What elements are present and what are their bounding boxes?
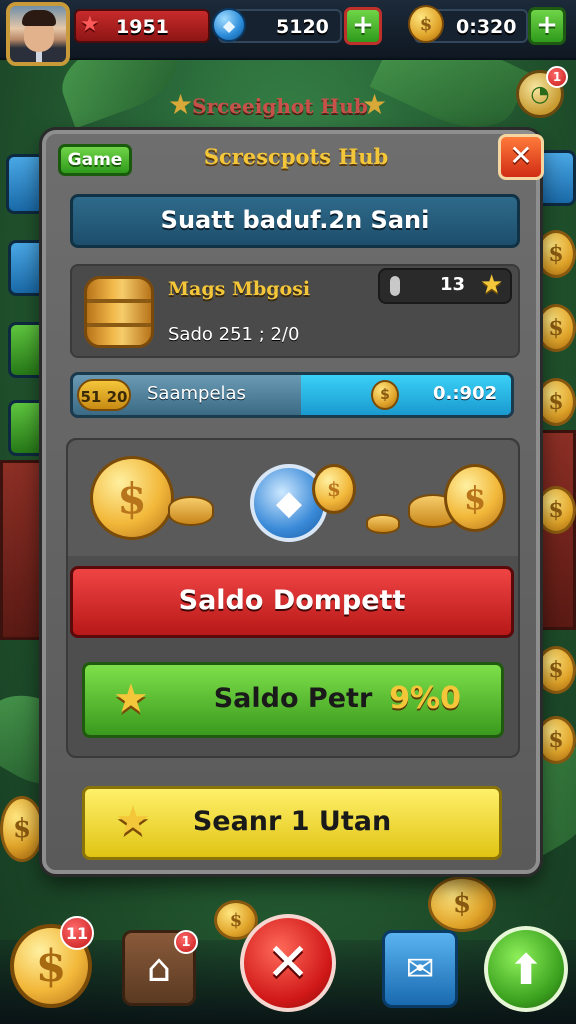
coin-icon: $ [35, 940, 67, 992]
coin-stack-icon [366, 514, 400, 534]
coin-icon: $ [90, 456, 174, 540]
add-coins-button[interactable]: + [528, 7, 566, 45]
star-icon: ★ [113, 676, 149, 722]
close-icon: ✕ [266, 933, 310, 993]
coin-icon: $ [536, 646, 576, 694]
item-subtitle: Sado 251 ; 2/0 [168, 324, 300, 345]
box-icon: ✉ [405, 949, 435, 989]
barrel-icon [84, 276, 154, 348]
modal-title: Screscpots Hub [203, 144, 389, 169]
progress-label: Saampelas [147, 383, 246, 404]
clock-icon: ◔ [530, 81, 550, 107]
notification-badge: 1 [546, 66, 568, 88]
toggle-icon [390, 276, 400, 296]
rewards-strip: $ ◆ $ $ [68, 440, 518, 556]
nav-close-button[interactable]: ✕ [240, 914, 336, 1012]
hub-modal: Game Screscpots Hub ✕ Suatt baduf.2n San… [42, 130, 544, 874]
coin-icon: $ [371, 380, 399, 410]
balance-percent: 9%0 [389, 681, 461, 716]
arrow-up-icon: ⬆ [508, 944, 544, 994]
add-gems-button[interactable]: + [344, 7, 382, 45]
coin-icon: $ [428, 876, 496, 932]
level-value: 1951 [116, 16, 169, 38]
coin-icon: $ [408, 5, 444, 43]
search-button-label: Seanr 1 Utan [192, 806, 392, 837]
side-button-left[interactable] [6, 154, 46, 214]
star-icon: ★ [362, 88, 388, 121]
game-tag-button[interactable]: Game [58, 144, 132, 176]
item-name: Mags Mbgosi [168, 278, 311, 300]
coin-icon: $ [0, 796, 44, 862]
wallet-balance-button[interactable]: Saldo Dompett [70, 566, 514, 638]
player-avatar[interactable] [6, 2, 70, 66]
coins-value: 0:320 [456, 16, 517, 38]
star-icon: ★ [115, 798, 151, 844]
coin-icon: $ [444, 464, 506, 532]
home-icon: ⌂ [146, 946, 172, 990]
coin-icon: $ [536, 378, 576, 426]
progress-value: 0.:902 [433, 383, 498, 404]
item-info-panel: Mags Mbgosi Sado 251 ; 2/0 13 ★ [70, 264, 520, 358]
coin-icon: $ [536, 716, 576, 764]
balance-button-label: Saldo Petr [213, 683, 373, 714]
progress-badge: 51 20 [77, 379, 131, 411]
modal-banner: Suatt baduf.2n Sani [70, 194, 520, 248]
nav-inventory-button[interactable]: ✉ [382, 930, 458, 1008]
coin-stack-icon [168, 496, 214, 526]
coin-icon: $ [312, 464, 356, 514]
coin-icon: $ [536, 230, 576, 278]
star-icon: ★ [80, 12, 100, 37]
nav-upgrade-button[interactable]: ⬆ [484, 926, 568, 1012]
balance-button[interactable]: ★ Saldo Petr 9%0 [82, 662, 504, 738]
search-button[interactable]: ★ Seanr 1 Utan [82, 786, 502, 860]
gems-value: 5120 [276, 16, 329, 38]
star-icon: ★ [480, 270, 504, 300]
gem-icon: ◆ [212, 8, 246, 42]
hut-decor [0, 460, 46, 640]
progress-bar: 51 20 Saampelas $ 0.:902 [70, 372, 514, 418]
item-chip-value: 13 [440, 274, 466, 295]
notification-badge: 11 [60, 916, 94, 950]
coin-icon: $ [536, 486, 576, 534]
notification-badge: 1 [174, 930, 198, 954]
coin-icon: $ [536, 304, 576, 352]
item-chip[interactable]: 13 ★ [378, 268, 512, 304]
close-button[interactable]: ✕ [498, 134, 544, 180]
